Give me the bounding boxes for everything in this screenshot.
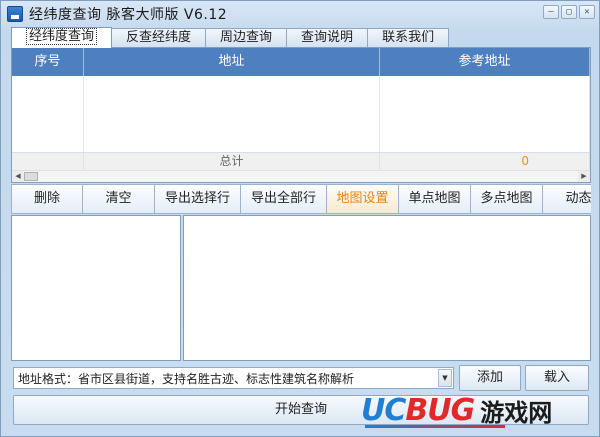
multi-point-map-button[interactable]: 多点地图 xyxy=(471,184,543,214)
results-grid: 序号 地址 参考地址 总计 0 ◀ ▶ xyxy=(11,47,591,183)
column-header-reference-address[interactable]: 参考地址 xyxy=(380,48,590,76)
column-header-index[interactable]: 序号 xyxy=(12,48,84,76)
tab-query-help[interactable]: 查询说明 xyxy=(287,28,369,47)
tab-latlng-query[interactable]: 经纬度查询 xyxy=(11,27,113,48)
export-all-button[interactable]: 导出全部行 xyxy=(241,184,327,214)
scroll-left-icon[interactable]: ◀ xyxy=(12,171,24,182)
chevron-down-icon[interactable]: ▼ xyxy=(438,369,452,387)
app-icon xyxy=(7,6,23,22)
watermark-underline xyxy=(365,425,505,428)
restore-icon[interactable]: ▢ xyxy=(561,5,577,19)
grid-body[interactable] xyxy=(12,76,590,152)
close-icon[interactable]: ✕ xyxy=(579,5,595,19)
address-format-value: 地址格式：省市区县街道，支持名胜古迹、标志性建筑名称解析 xyxy=(18,371,355,386)
grid-header: 序号 地址 参考地址 xyxy=(12,48,590,76)
horizontal-scrollbar[interactable]: ◀ ▶ xyxy=(12,170,590,182)
column-header-address[interactable]: 地址 xyxy=(84,48,380,76)
title-bar: 经纬度查询 脉客大师版 V6.12 — ▢ ✕ xyxy=(1,1,599,27)
grid-column-index xyxy=(12,76,84,152)
clear-button[interactable]: 清空 xyxy=(83,184,155,214)
minimize-icon[interactable]: — xyxy=(543,5,559,19)
scroll-track[interactable] xyxy=(38,171,578,182)
scroll-thumb[interactable] xyxy=(24,172,38,181)
single-point-map-button[interactable]: 单点地图 xyxy=(399,184,471,214)
export-selected-button[interactable]: 导出选择行 xyxy=(155,184,241,214)
delete-button[interactable]: 删除 xyxy=(11,184,83,214)
watermark-uc: UC xyxy=(361,392,406,428)
scroll-right-icon[interactable]: ▶ xyxy=(578,171,590,182)
tab-contact-us[interactable]: 联系我们 xyxy=(368,28,450,47)
ucbug-watermark-logo: UC BUG 游戏网 xyxy=(361,387,597,433)
watermark-game: 游戏网 xyxy=(480,397,553,427)
window-controls: — ▢ ✕ xyxy=(543,5,595,19)
dynamic-button[interactable]: 动态 xyxy=(543,184,591,214)
total-value: 0 xyxy=(380,153,590,170)
action-toolbar: 删除 清空 导出选择行 导出全部行 地图设置 单点地图 多点地图 动态 xyxy=(11,184,591,214)
map-settings-button[interactable]: 地图设置 xyxy=(327,184,399,214)
app-window: 经纬度查询 脉客大师版 V6.12 — ▢ ✕ 经纬度查询 反查经纬度 周边查询… xyxy=(0,0,600,437)
tab-reverse-geocode[interactable]: 反查经纬度 xyxy=(112,28,207,47)
left-list-pane[interactable] xyxy=(11,215,181,361)
grid-column-address xyxy=(84,76,380,152)
address-format-select[interactable]: 地址格式：省市区县街道，支持名胜古迹、标志性建筑名称解析 ▼ xyxy=(13,367,454,389)
grid-footer: 总计 0 xyxy=(12,152,590,170)
grid-column-reference xyxy=(380,76,590,152)
tab-nearby-query[interactable]: 周边查询 xyxy=(206,28,288,47)
tab-bar: 经纬度查询 反查经纬度 周边查询 查询说明 联系我们 xyxy=(11,27,450,48)
footer-cell-index xyxy=(12,153,84,170)
map-preview-pane[interactable] xyxy=(183,215,591,361)
window-title: 经纬度查询 脉客大师版 V6.12 xyxy=(29,7,228,23)
watermark-bug: BUG xyxy=(405,392,475,428)
total-label: 总计 xyxy=(84,153,380,170)
